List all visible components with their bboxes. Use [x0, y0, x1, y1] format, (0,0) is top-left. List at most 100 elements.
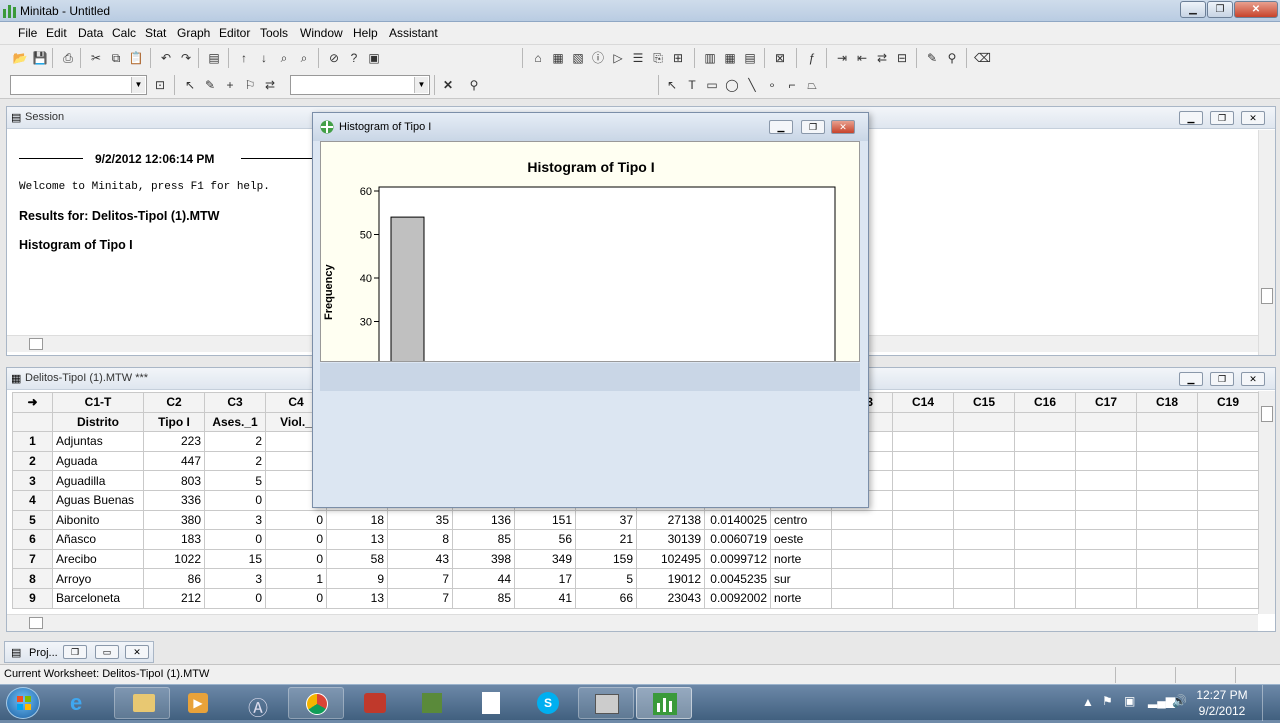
crosshair-icon[interactable]: + — [222, 77, 238, 93]
table-cell[interactable] — [1075, 587, 1137, 609]
menu-graph[interactable]: Graph — [177, 26, 210, 40]
menu-help[interactable]: Help — [353, 26, 378, 40]
column-id[interactable]: C2 — [143, 392, 205, 413]
table-cell[interactable]: 159 — [575, 548, 637, 570]
session-vertical-scrollbar[interactable] — [1258, 130, 1275, 355]
table-cell[interactable] — [1075, 470, 1137, 491]
close-graphs-icon[interactable]: ⊠ — [772, 50, 788, 66]
polygon-tool-icon[interactable]: ⏢ — [804, 77, 820, 93]
column-id[interactable]: C16 — [1014, 392, 1076, 413]
table-cell[interactable] — [831, 548, 893, 570]
column-name[interactable] — [1136, 411, 1198, 433]
save-icon[interactable]: 💾 — [32, 50, 48, 66]
brush-tool-icon[interactable]: ✎ — [202, 77, 218, 93]
table-cell[interactable] — [1197, 431, 1259, 452]
move-columns-icon[interactable]: ⇄ — [874, 50, 890, 66]
row-number[interactable]: 1 — [12, 431, 53, 452]
table-cell[interactable]: Adjuntas — [52, 431, 144, 452]
insert-rows-icon[interactable]: ⇥ — [834, 50, 850, 66]
calculator-fx-icon[interactable]: ƒ — [804, 50, 820, 66]
table-cell[interactable]: 136 — [452, 509, 515, 531]
table-cell[interactable] — [1136, 568, 1198, 589]
history-icon[interactable]: ▷ — [610, 50, 626, 66]
table-cell[interactable]: Aguadilla — [52, 470, 144, 491]
table-cell[interactable]: Arroyo — [52, 568, 144, 589]
table-cell[interactable] — [892, 529, 954, 550]
row-number[interactable]: 5 — [12, 509, 53, 531]
table-cell[interactable]: norte — [770, 587, 832, 609]
session-restore-button[interactable]: ❐ — [1210, 111, 1234, 125]
table-cell[interactable]: 151 — [514, 509, 576, 531]
table-cell[interactable] — [831, 568, 893, 589]
column-name[interactable] — [1014, 411, 1076, 433]
column-name[interactable]: Ases._1 — [204, 411, 266, 433]
row-number[interactable]: 2 — [12, 450, 53, 472]
menu-data[interactable]: Data — [78, 26, 103, 40]
table-cell[interactable] — [892, 489, 954, 511]
column-id[interactable]: C1-T — [52, 392, 144, 413]
table-cell[interactable] — [953, 548, 1015, 570]
table-cell[interactable] — [892, 450, 954, 472]
graph-item-combo[interactable]: ▼ — [10, 75, 147, 95]
table-cell[interactable]: 0 — [204, 529, 266, 550]
table-cell[interactable]: 1022 — [143, 548, 205, 570]
table-cell[interactable]: 349 — [514, 548, 576, 570]
table-cell[interactable] — [953, 568, 1015, 589]
table-cell[interactable] — [1075, 529, 1137, 550]
table-cell[interactable] — [953, 529, 1015, 550]
table-cell[interactable]: 30139 — [636, 529, 705, 550]
chrome-taskbar-button[interactable] — [288, 687, 344, 719]
table-cell[interactable]: 3 — [204, 568, 266, 589]
table-cell[interactable] — [1197, 529, 1259, 550]
table-cell[interactable]: Aguas Buenas — [52, 489, 144, 511]
table-cell[interactable]: oeste — [770, 529, 832, 550]
column-id[interactable]: C3 — [204, 392, 266, 413]
menu-tools[interactable]: Tools — [260, 26, 288, 40]
table-cell[interactable] — [1136, 529, 1198, 550]
table-cell[interactable]: 85 — [452, 587, 515, 609]
open-icon[interactable]: 📂 — [12, 50, 28, 66]
find-icon[interactable]: ⌕ — [276, 50, 292, 66]
table-cell[interactable]: 0.0060719 — [704, 529, 771, 550]
brushing-combo[interactable]: ▼ — [290, 75, 430, 95]
todo-taskbar-button[interactable] — [346, 687, 402, 719]
column-id[interactable]: C18 — [1136, 392, 1198, 413]
insert-columns-icon[interactable]: ⇤ — [854, 50, 870, 66]
scroll-thumb[interactable] — [1261, 288, 1273, 304]
row-number[interactable]: 7 — [12, 548, 53, 570]
help-icon[interactable]: ? — [346, 50, 362, 66]
column-id[interactable]: C14 — [892, 392, 954, 413]
table-cell[interactable]: 21 — [575, 529, 637, 550]
table-cell[interactable]: 37 — [575, 509, 637, 531]
row-number[interactable]: 6 — [12, 529, 53, 550]
table-cell[interactable] — [1197, 587, 1259, 609]
table-cell[interactable]: 66 — [575, 587, 637, 609]
select-pointer-icon[interactable]: ↖ — [182, 77, 198, 93]
table-cell[interactable] — [1136, 450, 1198, 472]
network-signal-icon[interactable]: ▂▄▆ — [1148, 694, 1175, 708]
table-cell[interactable]: 41 — [514, 587, 576, 609]
table-cell[interactable]: 336 — [143, 489, 205, 511]
clock-time[interactable]: 12:27 PM — [1196, 688, 1248, 702]
table-cell[interactable]: 56 — [514, 529, 576, 550]
menu-editor[interactable]: Editor — [219, 26, 250, 40]
device-icon[interactable]: ▣ — [1124, 694, 1135, 708]
table-cell[interactable]: 23043 — [636, 587, 705, 609]
table-cell[interactable]: 1 — [265, 568, 327, 589]
table-cell[interactable]: 447 — [143, 450, 205, 472]
table-cell[interactable] — [1014, 509, 1076, 531]
table-cell[interactable] — [1197, 509, 1259, 531]
row-number[interactable]: 8 — [12, 568, 53, 589]
undo-icon[interactable]: ↶ — [158, 50, 174, 66]
minecraft-taskbar-button[interactable] — [404, 687, 460, 719]
column-id[interactable]: C19 — [1197, 392, 1259, 413]
table-cell[interactable] — [1075, 450, 1137, 472]
table-cell[interactable]: 5 — [204, 470, 266, 491]
table-cell[interactable]: 19012 — [636, 568, 705, 589]
project-close-button[interactable]: ✕ — [125, 645, 149, 659]
cut-icon[interactable]: ✂ — [88, 50, 104, 66]
show-desktop-button[interactable] — [1262, 685, 1280, 721]
table-cell[interactable]: Barceloneta — [52, 587, 144, 609]
table-cell[interactable] — [892, 548, 954, 570]
table-cell[interactable] — [1136, 489, 1198, 511]
